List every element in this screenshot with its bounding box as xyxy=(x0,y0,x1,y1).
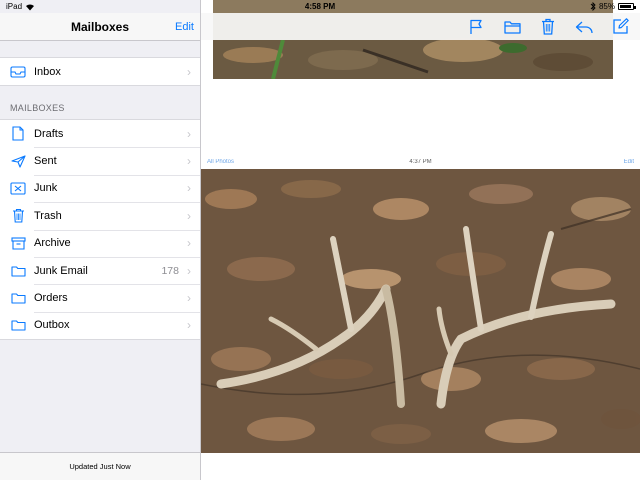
antler-shed-photo-image xyxy=(201,169,640,453)
trash-icon xyxy=(10,208,26,224)
bluetooth-icon xyxy=(590,2,596,11)
battery-icon xyxy=(618,3,636,10)
reply-icon[interactable] xyxy=(574,17,594,37)
carrier-label: iPad xyxy=(6,2,23,11)
chevron-right-icon: › xyxy=(187,154,191,169)
edit-button[interactable]: Edit xyxy=(175,21,194,33)
status-bar: iPad 4:58 PM 85% xyxy=(0,0,640,13)
status-time: 4:58 PM xyxy=(304,2,336,11)
inbox-icon xyxy=(10,64,26,80)
folder-icon xyxy=(10,290,26,306)
mail-app-screen: iPad 4:58 PM 85% Mailboxes Edit Inbox › … xyxy=(0,0,640,480)
attached-photo-antlers[interactable] xyxy=(201,169,640,453)
compose-icon[interactable] xyxy=(610,17,630,37)
chevron-right-icon: › xyxy=(187,291,191,306)
unread-count: 178 xyxy=(161,264,179,277)
mailbox-orders[interactable]: Orders › xyxy=(0,284,200,311)
mailbox-label: Trash xyxy=(34,209,62,222)
sidebar-footer: Updated Just Now xyxy=(0,452,200,480)
mailboxes-list: Drafts › Sent › Junk › Trash › Archive ›… xyxy=(0,119,200,341)
message-toolbar xyxy=(201,13,640,40)
mailbox-label: Archive xyxy=(34,237,71,250)
inbox-group: Inbox › xyxy=(0,57,200,87)
mailbox-label: Drafts xyxy=(34,127,64,140)
embedded-time: 4:37 PM xyxy=(409,159,432,165)
sidebar-nav-bar: Mailboxes Edit xyxy=(0,13,200,41)
chevron-right-icon: › xyxy=(187,208,191,223)
archive-box-icon xyxy=(10,235,26,251)
section-header: MAILBOXES xyxy=(10,103,65,113)
page-title: Mailboxes xyxy=(70,19,130,34)
flag-icon[interactable] xyxy=(466,17,486,37)
folder-icon[interactable] xyxy=(502,17,522,37)
wifi-icon xyxy=(26,3,35,11)
mailbox-label: Sent xyxy=(34,155,57,168)
chevron-right-icon: › xyxy=(187,263,191,278)
chevron-right-icon: › xyxy=(187,181,191,196)
mailbox-label: Orders xyxy=(34,292,68,305)
chevron-right-icon: › xyxy=(187,126,191,141)
folder-icon xyxy=(10,263,26,279)
mailbox-drafts[interactable]: Drafts › xyxy=(0,120,200,147)
mailboxes-sidebar: Mailboxes Edit Inbox › MAILBOXES Drafts … xyxy=(0,0,201,480)
paper-plane-icon xyxy=(10,153,26,169)
chevron-right-icon: › xyxy=(187,318,191,333)
document-icon xyxy=(10,126,26,142)
message-pane: All Photos 4:37 PM Edit xyxy=(201,0,640,480)
mailbox-label: Inbox xyxy=(34,65,61,78)
battery-percent: 85% xyxy=(598,2,615,11)
mailbox-trash[interactable]: Trash › xyxy=(0,202,200,229)
trash-icon[interactable] xyxy=(538,17,558,37)
folder-icon xyxy=(10,317,26,333)
embedded-screenshot-bar: All Photos 4:37 PM Edit xyxy=(201,156,640,168)
update-status: Updated Just Now xyxy=(69,462,131,471)
chevron-right-icon: › xyxy=(187,64,191,79)
chevron-right-icon: › xyxy=(187,236,191,251)
mailbox-outbox[interactable]: Outbox › xyxy=(0,311,200,339)
mailbox-inbox[interactable]: Inbox › xyxy=(0,58,200,85)
mailbox-archive[interactable]: Archive › xyxy=(0,229,200,257)
mailbox-junk-email[interactable]: Junk Email 178 › xyxy=(0,256,200,284)
mailbox-sent[interactable]: Sent › xyxy=(0,147,200,174)
junk-tray-icon xyxy=(10,180,26,196)
mailbox-label: Junk xyxy=(34,182,58,195)
mailbox-label: Outbox xyxy=(34,319,70,332)
mailbox-label: Junk Email xyxy=(34,264,88,277)
mailbox-junk[interactable]: Junk › xyxy=(0,174,200,202)
